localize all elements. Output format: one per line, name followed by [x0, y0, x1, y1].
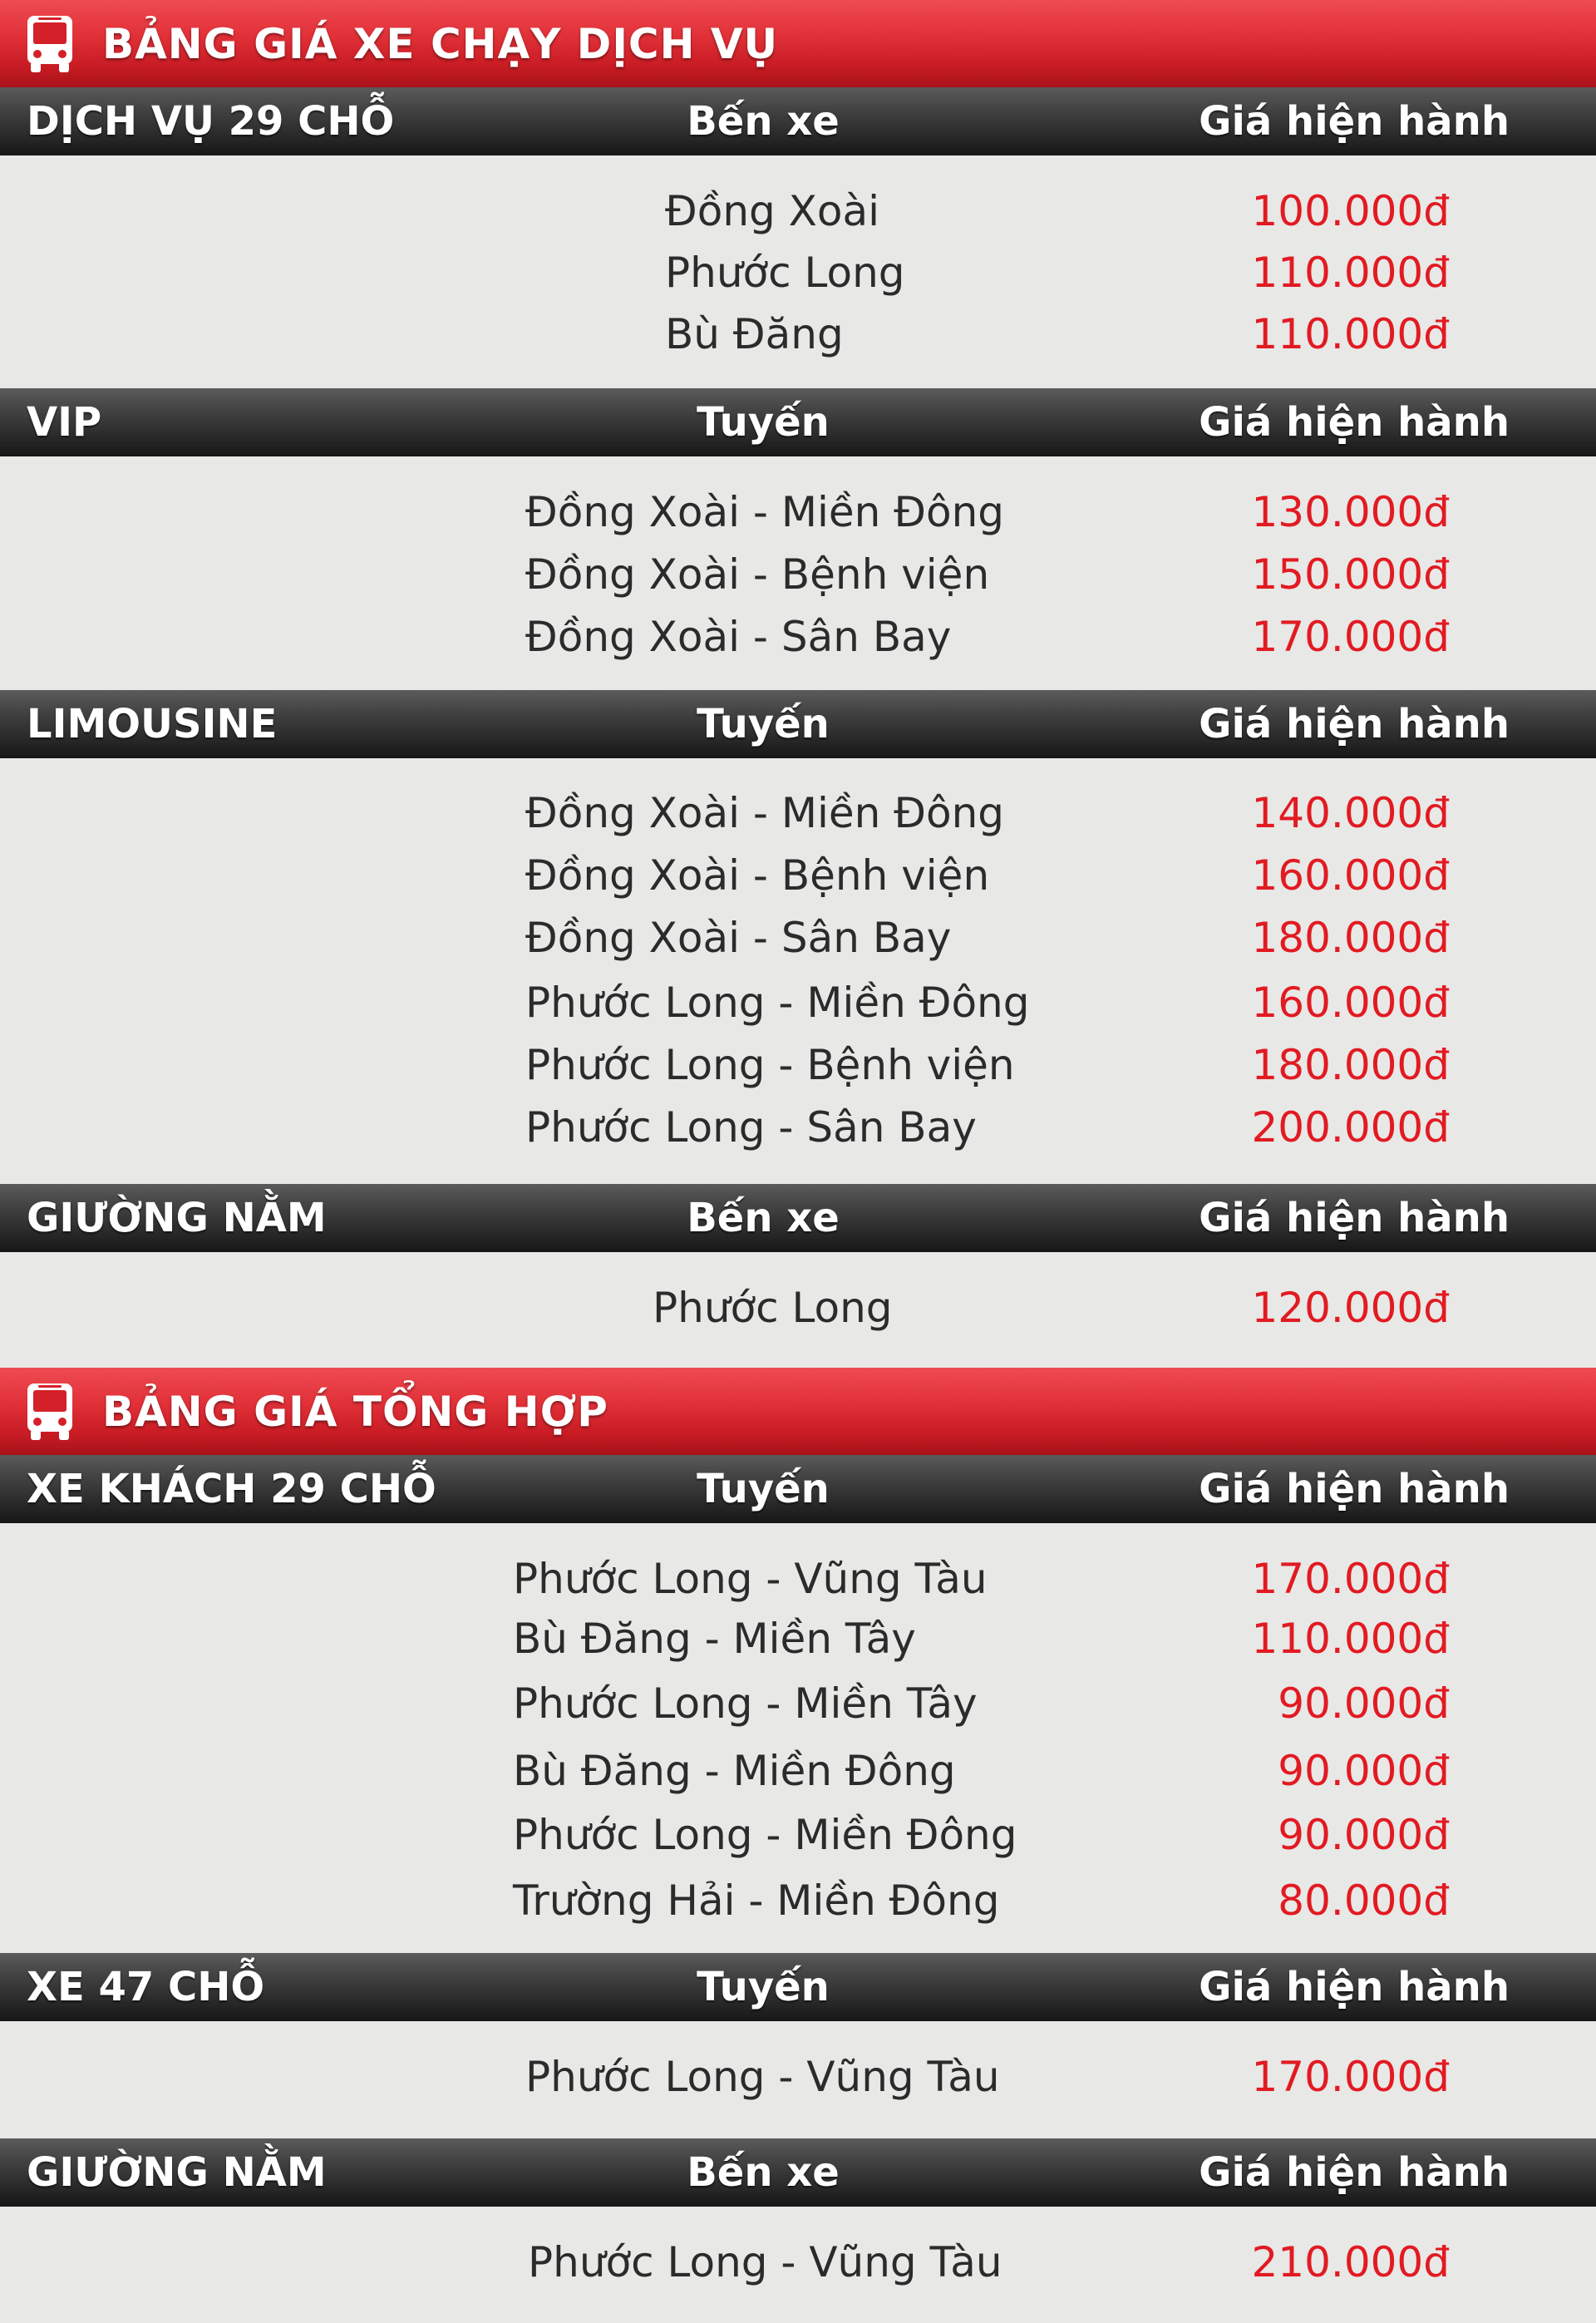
table-row: Đồng Xoài - Miền Đông 130.000đ — [0, 481, 1596, 543]
table-row: Bù Đăng - Miền Tây 110.000đ — [0, 1607, 1596, 1670]
route-price: 140.000đ — [1251, 788, 1450, 837]
table-row: Đồng Xoài - Bệnh viện 160.000đ — [0, 844, 1596, 906]
route-name: Phước Long - Vũng Tàu — [525, 2052, 1000, 2101]
route-name: Đồng Xoài - Miền Đông — [525, 487, 1005, 536]
price-column-label: Giá hiện hành — [1199, 2149, 1510, 2196]
price-board: BẢNG GIÁ XE CHẠY DỊCH VỤ DỊCH VỤ 29 CHỖ … — [0, 0, 1596, 2323]
route-price: 90.000đ — [1278, 1746, 1450, 1795]
route-price: 100.000đ — [1251, 186, 1450, 235]
bus-icon — [25, 14, 75, 74]
route-name: Đồng Xoài - Bệnh viện — [525, 550, 990, 599]
route-price: 130.000đ — [1251, 487, 1450, 536]
route-name: Phước Long - Vũng Tàu — [528, 2237, 1002, 2286]
route-price: 110.000đ — [1251, 248, 1450, 297]
table-row: Phước Long 120.000đ — [0, 1276, 1596, 1339]
bus-icon — [25, 1382, 75, 1442]
route-price: 110.000đ — [1251, 1614, 1450, 1663]
table-row: Phước Long - Sân Bay 200.000đ — [0, 1096, 1596, 1158]
route-name: Phước Long — [665, 248, 905, 297]
route-price: 200.000đ — [1251, 1102, 1450, 1152]
route-name: Bù Đăng - Miền Đông — [513, 1746, 956, 1795]
route-price: 90.000đ — [1278, 1810, 1450, 1859]
table-row: Phước Long - Miền Đông 90.000đ — [0, 1803, 1596, 1866]
route-price: 170.000đ — [1251, 2052, 1450, 2101]
route-name: Bù Đăng — [665, 309, 844, 358]
price-column-label: Giá hiện hành — [1199, 701, 1510, 747]
table-row: Đồng Xoài - Sân Bay 170.000đ — [0, 605, 1596, 668]
table-row: Bù Đăng - Miền Đông 90.000đ — [0, 1739, 1596, 1802]
route-price: 110.000đ — [1251, 309, 1450, 358]
table-row: Đồng Xoài 100.000đ — [0, 180, 1596, 242]
route-price: 90.000đ — [1278, 1679, 1450, 1728]
price-column-label: Giá hiện hành — [1199, 1466, 1510, 1512]
group-header: XE KHÁCH 29 CHỖ Tuyến Giá hiện hành — [0, 1455, 1596, 1523]
route-price: 80.000đ — [1278, 1876, 1450, 1925]
table-row: Phước Long - Vũng Tàu 170.000đ — [0, 1547, 1596, 1610]
table-row: Phước Long - Miền Tây 90.000đ — [0, 1672, 1596, 1734]
route-name: Phước Long - Miền Tây — [513, 1679, 978, 1728]
section-title: BẢNG GIÁ XE CHẠY DỊCH VỤ — [102, 19, 779, 68]
route-price: 120.000đ — [1251, 1283, 1450, 1332]
route-name: Đồng Xoài - Sân Bay — [525, 612, 952, 661]
route-name: Trường Hải - Miền Đông — [513, 1876, 1000, 1925]
table-row: Phước Long - Bệnh viện 180.000đ — [0, 1033, 1596, 1096]
route-name: Đồng Xoài - Miền Đông — [525, 788, 1005, 837]
route-name: Đồng Xoài — [665, 186, 880, 235]
route-name: Đồng Xoài - Bệnh viện — [525, 851, 990, 900]
route-price: 210.000đ — [1251, 2237, 1450, 2286]
table-row: Bù Đăng 110.000đ — [0, 303, 1596, 365]
route-name: Phước Long - Miền Đông — [513, 1810, 1017, 1859]
route-name: Phước Long — [653, 1283, 893, 1332]
route-name: Phước Long - Miền Đông — [525, 978, 1030, 1027]
group-header: DỊCH VỤ 29 CHỖ Bến xe Giá hiện hành — [0, 87, 1596, 155]
route-price: 180.000đ — [1251, 913, 1450, 962]
group-header: GIƯỜNG NẰM Bến xe Giá hiện hành — [0, 2138, 1596, 2207]
table-row: Phước Long 110.000đ — [0, 241, 1596, 303]
route-price: 160.000đ — [1251, 978, 1450, 1027]
route-name: Phước Long - Vũng Tàu — [513, 1554, 988, 1603]
table-row: Phước Long - Vũng Tàu 210.000đ — [0, 2231, 1596, 2293]
route-price: 170.000đ — [1251, 612, 1450, 661]
route-price: 170.000đ — [1251, 1554, 1450, 1603]
price-column-label: Giá hiện hành — [1199, 1964, 1510, 2010]
route-price: 150.000đ — [1251, 550, 1450, 599]
route-name: Đồng Xoài - Sân Bay — [525, 913, 952, 962]
section-title-bar: BẢNG GIÁ XE CHẠY DỊCH VỤ — [0, 0, 1596, 87]
price-column-label: Giá hiện hành — [1199, 98, 1510, 145]
route-name: Phước Long - Bệnh viện — [525, 1040, 1015, 1089]
group-header: GIƯỜNG NẰM Bến xe Giá hiện hành — [0, 1184, 1596, 1252]
section-title-bar: BẢNG GIÁ TỔNG HỢP — [0, 1368, 1596, 1455]
group-header: VIP Tuyến Giá hiện hành — [0, 388, 1596, 456]
group-header: LIMOUSINE Tuyến Giá hiện hành — [0, 690, 1596, 758]
table-row: Đồng Xoài - Bệnh viện 150.000đ — [0, 543, 1596, 605]
route-price: 160.000đ — [1251, 851, 1450, 900]
table-row: Đồng Xoài - Sân Bay 180.000đ — [0, 906, 1596, 969]
table-row: Phước Long - Vũng Tàu 170.000đ — [0, 2045, 1596, 2108]
table-row: Phước Long - Miền Đông 160.000đ — [0, 971, 1596, 1033]
group-header: XE 47 CHỖ Tuyến Giá hiện hành — [0, 1953, 1596, 2021]
price-column-label: Giá hiện hành — [1199, 399, 1510, 446]
table-row: Đồng Xoài - Miền Đông 140.000đ — [0, 782, 1596, 844]
route-price: 180.000đ — [1251, 1040, 1450, 1089]
section-title: BẢNG GIÁ TỔNG HỢP — [102, 1387, 608, 1436]
route-name: Phước Long - Sân Bay — [525, 1102, 977, 1152]
route-name: Bù Đăng - Miền Tây — [513, 1614, 916, 1663]
table-row: Trường Hải - Miền Đông 80.000đ — [0, 1869, 1596, 1931]
price-column-label: Giá hiện hành — [1199, 1195, 1510, 1241]
